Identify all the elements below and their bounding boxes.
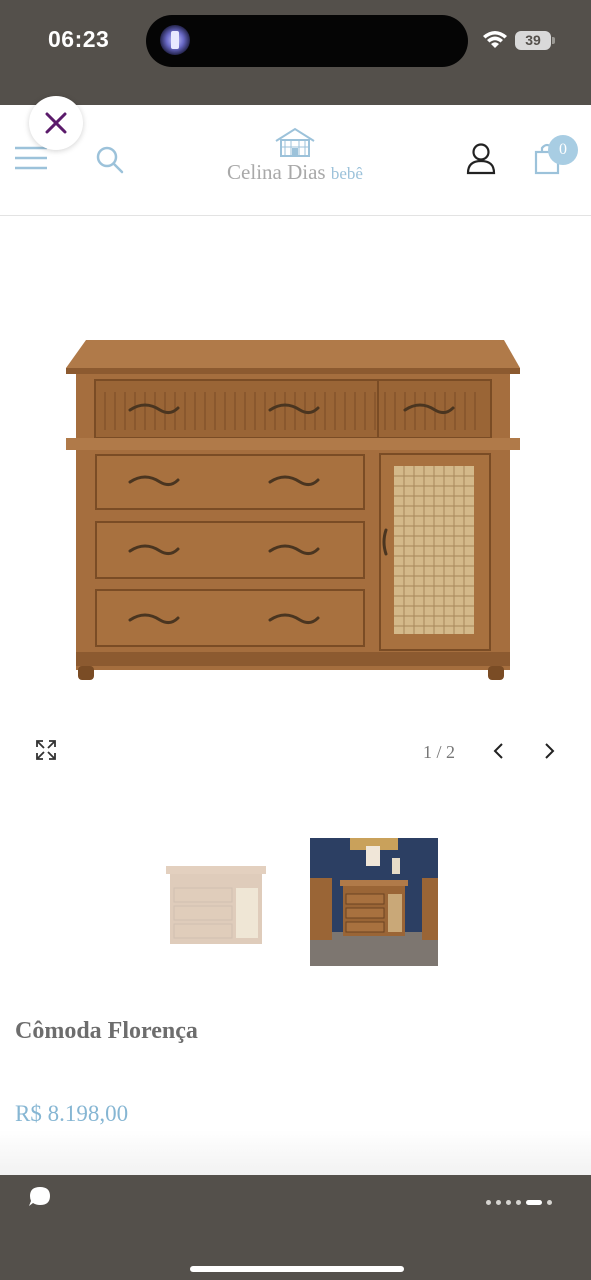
content-fade bbox=[0, 1130, 591, 1175]
page-dot bbox=[547, 1200, 552, 1205]
cart-count-badge[interactable]: 0 bbox=[548, 135, 578, 165]
chevron-right-icon[interactable] bbox=[538, 740, 560, 762]
product-title: Cômoda Florença bbox=[15, 1018, 198, 1044]
status-bar: 06:23 39 bbox=[0, 0, 591, 105]
page-dot bbox=[486, 1200, 491, 1205]
brand-sub: bebê bbox=[330, 164, 363, 183]
menu-icon[interactable] bbox=[14, 145, 48, 171]
product-price: R$ 8.198,00 bbox=[15, 1101, 129, 1126]
house-logo-icon bbox=[275, 127, 315, 157]
close-button[interactable] bbox=[29, 96, 83, 150]
thumbnail-2[interactable] bbox=[310, 838, 438, 966]
page-dot-active bbox=[526, 1200, 542, 1205]
close-icon bbox=[45, 112, 67, 134]
site-header: Celina Dias bebê 0 bbox=[0, 105, 591, 216]
status-time: 06:23 bbox=[48, 26, 110, 52]
dynamic-island bbox=[146, 15, 468, 67]
page-dot bbox=[496, 1200, 501, 1205]
image-counter: 1 / 2 bbox=[423, 742, 456, 762]
flashlight-icon bbox=[160, 25, 190, 55]
thumbnail-1[interactable] bbox=[160, 838, 288, 966]
battery-indicator: 39 bbox=[515, 31, 555, 50]
gallery-controls: 1 / 2 bbox=[0, 730, 591, 770]
expand-icon[interactable] bbox=[35, 739, 57, 761]
product-main-image[interactable] bbox=[60, 330, 530, 690]
home-indicator[interactable] bbox=[190, 1266, 404, 1272]
page-dot bbox=[516, 1200, 521, 1205]
search-icon[interactable] bbox=[95, 145, 125, 175]
chat-bubble-icon[interactable] bbox=[28, 1185, 52, 1209]
brand-name: Celina Dias bbox=[227, 160, 326, 184]
chevron-left-icon[interactable] bbox=[488, 740, 510, 762]
wifi-icon bbox=[483, 31, 507, 48]
bottom-bar bbox=[0, 1175, 591, 1280]
user-icon[interactable] bbox=[464, 141, 498, 175]
page-indicator bbox=[486, 1200, 552, 1205]
brand-logo[interactable]: Celina Dias bebê bbox=[200, 127, 390, 195]
page-dot bbox=[506, 1200, 511, 1205]
